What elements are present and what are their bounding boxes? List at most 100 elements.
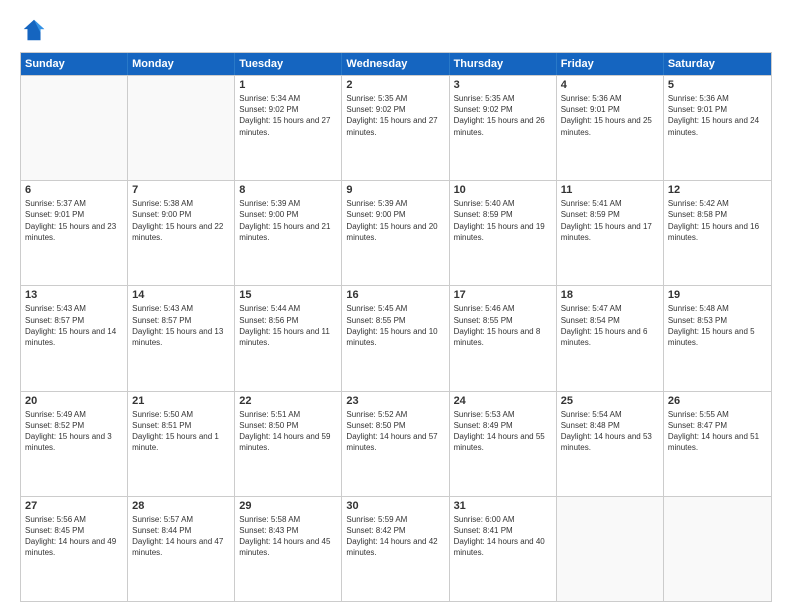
day-info: Sunrise: 5:56 AM Sunset: 8:45 PM Dayligh… [25,514,123,559]
day-number: 6 [25,184,123,196]
day-info: Sunrise: 5:41 AM Sunset: 8:59 PM Dayligh… [561,198,659,243]
day-cell-10: 10 Sunrise: 5:40 AM Sunset: 8:59 PM Dayli… [450,181,557,285]
day-info: Sunrise: 5:39 AM Sunset: 9:00 PM Dayligh… [346,198,444,243]
day-number: 15 [239,289,337,301]
day-info: Sunrise: 5:43 AM Sunset: 8:57 PM Dayligh… [25,303,123,348]
week-row-3: 13 Sunrise: 5:43 AM Sunset: 8:57 PM Dayli… [21,285,771,390]
empty-cell [21,76,128,180]
day-info: Sunrise: 5:50 AM Sunset: 8:51 PM Dayligh… [132,409,230,454]
day-info: Sunrise: 5:40 AM Sunset: 8:59 PM Dayligh… [454,198,552,243]
day-number: 27 [25,500,123,512]
header-day-tuesday: Tuesday [235,53,342,75]
day-info: Sunrise: 5:47 AM Sunset: 8:54 PM Dayligh… [561,303,659,348]
day-info: Sunrise: 5:46 AM Sunset: 8:55 PM Dayligh… [454,303,552,348]
empty-cell [664,497,771,601]
day-cell-21: 21Sunrise: 5:50 AM Sunset: 8:51 PM Dayli… [128,392,235,496]
page: SundayMondayTuesdayWednesdayThursdayFrid… [0,0,792,612]
day-number: 22 [239,395,337,407]
day-cell-6: 6 Sunrise: 5:37 AM Sunset: 9:01 PM Daylig… [21,181,128,285]
day-number: 17 [454,289,552,301]
day-number: 12 [668,184,767,196]
day-cell-16: 16 Sunrise: 5:45 AM Sunset: 8:55 PM Dayli… [342,286,449,390]
day-number: 18 [561,289,659,301]
day-info: Sunrise: 5:49 AM Sunset: 8:52 PM Dayligh… [25,409,123,454]
day-number: 2 [346,79,444,91]
day-number: 1 [239,79,337,91]
day-cell-3: 3 Sunrise: 5:35 AM Sunset: 9:02 PM Daylig… [450,76,557,180]
day-cell-24: 24 Sunrise: 5:53 AM Sunset: 8:49 PM Dayli… [450,392,557,496]
day-cell-31: 31 Sunrise: 6:00 AM Sunset: 8:41 PM Dayli… [450,497,557,601]
day-number: 24 [454,395,552,407]
day-number: 11 [561,184,659,196]
logo-icon [20,16,48,44]
day-cell-30: 30 Sunrise: 5:59 AM Sunset: 8:42 PM Dayli… [342,497,449,601]
day-number: 29 [239,500,337,512]
day-info: Sunrise: 5:52 AM Sunset: 8:50 PM Dayligh… [346,409,444,454]
day-cell-27: 27 Sunrise: 5:56 AM Sunset: 8:45 PM Dayli… [21,497,128,601]
header-day-saturday: Saturday [664,53,771,75]
day-number: 3 [454,79,552,91]
day-cell-2: 2 Sunrise: 5:35 AM Sunset: 9:02 PM Daylig… [342,76,449,180]
empty-cell [128,76,235,180]
day-cell-18: 18 Sunrise: 5:47 AM Sunset: 8:54 PM Dayli… [557,286,664,390]
day-cell-1: 1 Sunrise: 5:34 AM Sunset: 9:02 PM Daylig… [235,76,342,180]
header-day-wednesday: Wednesday [342,53,449,75]
day-cell-12: 12 Sunrise: 5:42 AM Sunset: 8:58 PM Dayli… [664,181,771,285]
day-number: 26 [668,395,767,407]
day-info: Sunrise: 6:00 AM Sunset: 8:41 PM Dayligh… [454,514,552,559]
day-info: Sunrise: 5:57 AM Sunset: 8:44 PM Dayligh… [132,514,230,559]
day-info: Sunrise: 5:35 AM Sunset: 9:02 PM Dayligh… [454,93,552,138]
day-number: 10 [454,184,552,196]
day-number: 16 [346,289,444,301]
day-number: 19 [668,289,767,301]
day-info: Sunrise: 5:36 AM Sunset: 9:01 PM Dayligh… [561,93,659,138]
day-info: Sunrise: 5:54 AM Sunset: 8:48 PM Dayligh… [561,409,659,454]
day-cell-14: 14 Sunrise: 5:43 AM Sunset: 8:57 PM Dayli… [128,286,235,390]
day-number: 30 [346,500,444,512]
day-info: Sunrise: 5:45 AM Sunset: 8:55 PM Dayligh… [346,303,444,348]
day-cell-29: 29 Sunrise: 5:58 AM Sunset: 8:43 PM Dayli… [235,497,342,601]
day-cell-17: 17 Sunrise: 5:46 AM Sunset: 8:55 PM Dayli… [450,286,557,390]
day-number: 23 [346,395,444,407]
logo [20,16,52,44]
day-info: Sunrise: 5:42 AM Sunset: 8:58 PM Dayligh… [668,198,767,243]
week-row-5: 27 Sunrise: 5:56 AM Sunset: 8:45 PM Dayli… [21,496,771,601]
day-info: Sunrise: 5:53 AM Sunset: 8:49 PM Dayligh… [454,409,552,454]
day-info: Sunrise: 5:58 AM Sunset: 8:43 PM Dayligh… [239,514,337,559]
day-cell-11: 11 Sunrise: 5:41 AM Sunset: 8:59 PM Dayli… [557,181,664,285]
day-info: Sunrise: 5:35 AM Sunset: 9:02 PM Dayligh… [346,93,444,138]
day-info: Sunrise: 5:37 AM Sunset: 9:01 PM Dayligh… [25,198,123,243]
calendar: SundayMondayTuesdayWednesdayThursdayFrid… [20,52,772,602]
day-number: 13 [25,289,123,301]
empty-cell [557,497,664,601]
day-number: 28 [132,500,230,512]
day-info: Sunrise: 5:48 AM Sunset: 8:53 PM Dayligh… [668,303,767,348]
day-cell-19: 19 Sunrise: 5:48 AM Sunset: 8:53 PM Dayli… [664,286,771,390]
day-cell-20: 20 Sunrise: 5:49 AM Sunset: 8:52 PM Dayli… [21,392,128,496]
day-number: 31 [454,500,552,512]
header-day-thursday: Thursday [450,53,557,75]
day-cell-8: 8 Sunrise: 5:39 AM Sunset: 9:00 PM Daylig… [235,181,342,285]
day-cell-25: 25Sunrise: 5:54 AM Sunset: 8:48 PM Dayli… [557,392,664,496]
day-info: Sunrise: 5:59 AM Sunset: 8:42 PM Dayligh… [346,514,444,559]
day-info: Sunrise: 5:43 AM Sunset: 8:57 PM Dayligh… [132,303,230,348]
calendar-header: SundayMondayTuesdayWednesdayThursdayFrid… [21,53,771,75]
week-row-4: 20 Sunrise: 5:49 AM Sunset: 8:52 PM Dayli… [21,391,771,496]
week-row-1: 1 Sunrise: 5:34 AM Sunset: 9:02 PM Daylig… [21,75,771,180]
week-row-2: 6 Sunrise: 5:37 AM Sunset: 9:01 PM Daylig… [21,180,771,285]
day-info: Sunrise: 5:55 AM Sunset: 8:47 PM Dayligh… [668,409,767,454]
day-number: 14 [132,289,230,301]
day-info: Sunrise: 5:44 AM Sunset: 8:56 PM Dayligh… [239,303,337,348]
day-number: 20 [25,395,123,407]
header-day-sunday: Sunday [21,53,128,75]
day-number: 8 [239,184,337,196]
day-cell-28: 28 Sunrise: 5:57 AM Sunset: 8:44 PM Dayli… [128,497,235,601]
day-info: Sunrise: 5:36 AM Sunset: 9:01 PM Dayligh… [668,93,767,138]
day-cell-15: 15 Sunrise: 5:44 AM Sunset: 8:56 PM Dayli… [235,286,342,390]
day-cell-9: 9Sunrise: 5:39 AM Sunset: 9:00 PM Daylig… [342,181,449,285]
day-cell-5: 5Sunrise: 5:36 AM Sunset: 9:01 PM Daylig… [664,76,771,180]
day-cell-13: 13 Sunrise: 5:43 AM Sunset: 8:57 PM Dayli… [21,286,128,390]
day-info: Sunrise: 5:39 AM Sunset: 9:00 PM Dayligh… [239,198,337,243]
day-info: Sunrise: 5:34 AM Sunset: 9:02 PM Dayligh… [239,93,337,138]
day-cell-4: 4Sunrise: 5:36 AM Sunset: 9:01 PM Daylig… [557,76,664,180]
